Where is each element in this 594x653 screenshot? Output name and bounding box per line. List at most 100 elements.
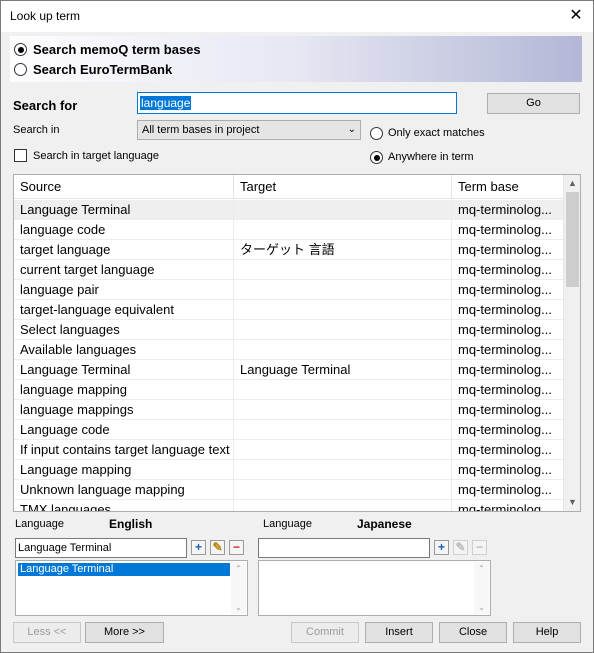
cell-source: Language code (14, 420, 234, 440)
radio-anywhere[interactable] (370, 151, 383, 164)
cell-source: language pair (14, 280, 234, 300)
cell-source: language code (14, 220, 234, 240)
cell-termbase: mq-terminolog... (458, 402, 552, 417)
search-for-label: Search for (13, 98, 78, 113)
cell-termbase: mq-terminolog... (458, 242, 552, 257)
cell-termbase: mq-terminolog... (458, 202, 552, 217)
table-row[interactable]: If input contains target language text mq… (14, 440, 564, 460)
target-language-checkbox[interactable] (14, 149, 27, 162)
cell-source: Language mapping (14, 460, 234, 480)
table-row[interactable]: Language code mq-terminolog... (14, 420, 564, 440)
table-row[interactable]: Select languages mq-terminolog... (14, 320, 564, 340)
table-row[interactable]: Language Terminal Language Terminal mq-ter… (14, 360, 564, 380)
results-grid: Source Target Term base Language Termina… (13, 174, 581, 512)
source-list-scrollbar[interactable]: ⌃ ⌄ (231, 562, 246, 614)
table-row[interactable]: TMX languages mq-terminolog... (14, 500, 564, 512)
cell-termbase: mq-terminolog... (458, 422, 552, 437)
cell-source: target-language equivalent (14, 300, 234, 320)
radio-eurotermbank[interactable] (14, 63, 27, 76)
close-icon[interactable]: ✕ (565, 5, 587, 27)
window-title: Look up term (10, 9, 81, 23)
cell-target (234, 300, 452, 320)
close-button[interactable]: Close (439, 622, 507, 643)
table-row[interactable]: target-language equivalent mq-terminolog.… (14, 300, 564, 320)
help-button[interactable]: Help (513, 622, 581, 643)
cell-termbase: mq-terminolog... (458, 382, 552, 397)
scroll-down-icon[interactable]: ⌄ (474, 603, 489, 612)
insert-button[interactable]: Insert (365, 622, 433, 643)
cell-target (234, 380, 452, 400)
table-row[interactable]: language pair mq-terminolog... (14, 280, 564, 300)
look-up-term-dialog: Look up term ✕ Search memoQ term bases S… (0, 0, 594, 653)
delete-term-icon[interactable]: − (229, 540, 244, 555)
delete-target-term-icon[interactable]: − (472, 540, 487, 555)
search-in-value: All term bases in project (142, 124, 260, 136)
target-term-list[interactable]: ⌃ ⌄ (258, 560, 491, 616)
cell-termbase: mq-terminolog... (458, 502, 552, 512)
scroll-down-icon[interactable]: ▼ (564, 494, 580, 511)
cell-target (234, 220, 452, 240)
source-language-value: English (109, 517, 153, 531)
scroll-up-icon[interactable]: ⌃ (474, 564, 489, 573)
search-input[interactable]: language (137, 92, 457, 114)
scroll-thumb[interactable] (566, 192, 579, 287)
cell-termbase: mq-terminolog... (458, 482, 552, 497)
cell-source: language mappings (14, 400, 234, 420)
cell-termbase: mq-terminolog... (458, 282, 552, 297)
radio-memoq-termbases-label[interactable]: Search memoQ term bases (33, 42, 201, 57)
table-row[interactable]: Available languages mq-terminolog... (14, 340, 564, 360)
less-button[interactable]: Less << (13, 622, 81, 643)
cell-source: If input contains target language text (14, 440, 234, 460)
scroll-up-icon[interactable]: ▲ (564, 175, 580, 192)
radio-only-exact[interactable] (370, 127, 383, 140)
results-scrollbar[interactable]: ▲ ▼ (563, 175, 580, 511)
table-row[interactable]: Language mapping mq-terminolog... (14, 460, 564, 480)
add-term-icon[interactable]: + (191, 540, 206, 555)
source-term-list[interactable]: Language Terminal ⌃ ⌄ (15, 560, 248, 616)
radio-memoq-termbases[interactable] (14, 43, 27, 56)
cell-termbase: mq-terminolog... (458, 462, 552, 477)
search-source-band: Search memoQ term bases Search EuroTermB… (10, 36, 582, 82)
target-language-label[interactable]: Search in target language (33, 150, 159, 162)
table-row[interactable]: current target language mq-terminolog... (14, 260, 564, 280)
table-row[interactable]: Unknown language mapping mq-terminolog... (14, 480, 564, 500)
target-list-scrollbar[interactable]: ⌃ ⌄ (474, 562, 489, 614)
edit-term-icon[interactable]: ✎ (210, 540, 225, 555)
chevron-down-icon: ⌄ (347, 124, 356, 135)
only-exact-label[interactable]: Only exact matches (388, 127, 485, 139)
column-header-source[interactable]: Source (14, 175, 234, 199)
search-in-label: Search in (13, 124, 60, 136)
table-row[interactable]: language mappings mq-terminolog... (14, 400, 564, 420)
go-button[interactable]: Go (487, 93, 580, 114)
cell-target (234, 280, 452, 300)
search-in-dropdown[interactable]: All term bases in project ⌄ (137, 120, 361, 140)
table-row[interactable]: target language ターゲット 言語 mq-terminolog... (14, 240, 564, 260)
scroll-down-icon[interactable]: ⌄ (231, 603, 246, 612)
source-language-label: Language (15, 518, 64, 530)
cell-target (234, 480, 452, 500)
table-row[interactable]: Language Terminal mq-terminolog... (14, 200, 564, 220)
results-header: Source Target Term base (14, 175, 564, 199)
table-row[interactable]: language code mq-terminolog... (14, 220, 564, 240)
edit-target-term-icon[interactable]: ✎ (453, 540, 468, 555)
radio-eurotermbank-label[interactable]: Search EuroTermBank (33, 62, 172, 77)
cell-target (234, 340, 452, 360)
commit-button[interactable]: Commit (291, 622, 359, 643)
source-term-input[interactable]: Language Terminal (15, 538, 187, 558)
column-header-target[interactable]: Target (234, 175, 452, 199)
cell-source: target language (14, 240, 234, 260)
column-header-termbase[interactable]: Term base (452, 175, 564, 199)
search-input-value: language (140, 96, 192, 110)
cell-source: Select languages (14, 320, 234, 340)
cell-termbase: mq-terminolog... (458, 342, 552, 357)
anywhere-label[interactable]: Anywhere in term (388, 151, 474, 163)
target-term-input[interactable] (258, 538, 430, 558)
table-row[interactable]: language mapping mq-terminolog... (14, 380, 564, 400)
add-target-term-icon[interactable]: + (434, 540, 449, 555)
scroll-up-icon[interactable]: ⌃ (231, 564, 246, 573)
target-language-value: Japanese (357, 517, 412, 531)
cell-source: Unknown language mapping (14, 480, 234, 500)
more-button[interactable]: More >> (85, 622, 164, 643)
source-term-list-item[interactable]: Language Terminal (18, 563, 230, 576)
cell-source: Language Terminal (14, 360, 234, 380)
